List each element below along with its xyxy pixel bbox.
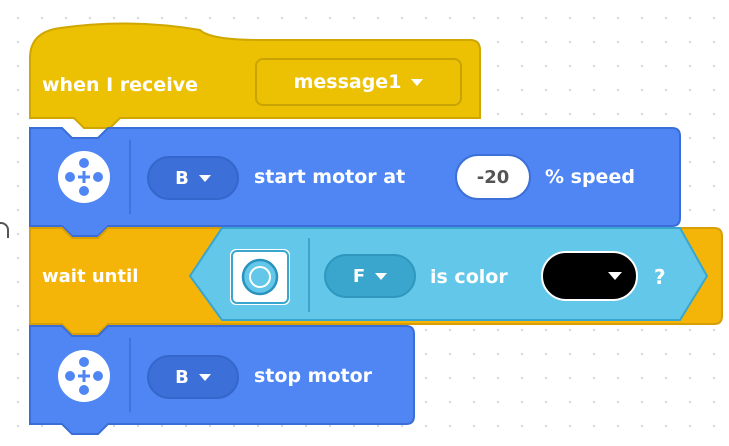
is-color-label: is color — [430, 266, 508, 288]
when-i-receive-label: when I receive — [42, 74, 198, 96]
speed-unit-label: % speed — [545, 166, 635, 188]
sensor-port-dropdown[interactable]: F — [324, 254, 416, 298]
chevron-down-icon — [411, 78, 424, 86]
speed-value: -20 — [476, 166, 510, 188]
stop-motor-label: stop motor — [254, 365, 373, 387]
stop-motor-port-value: B — [175, 366, 189, 388]
start-motor-label: start motor at — [254, 166, 406, 188]
chevron-down-icon — [608, 272, 622, 280]
chevron-down-icon — [198, 373, 211, 381]
message-dropdown-value: message1 — [293, 71, 402, 93]
motor-port-dropdown[interactable]: B — [147, 156, 239, 200]
chevron-down-icon — [375, 272, 388, 280]
message-dropdown[interactable]: message1 — [255, 58, 462, 106]
motor-port-value: B — [175, 167, 189, 189]
stop-motor-port-dropdown[interactable]: B — [147, 355, 239, 399]
motor-icon — [58, 350, 110, 402]
chevron-down-icon — [198, 174, 211, 182]
sensor-port-value: F — [352, 265, 366, 287]
speed-input[interactable]: -20 — [455, 154, 531, 200]
color-dropdown[interactable] — [541, 251, 638, 301]
color-sensor-icon[interactable] — [230, 249, 290, 305]
wait-until-label: wait until — [42, 266, 139, 287]
motor-icon — [58, 151, 110, 203]
question-mark-label: ? — [654, 265, 666, 289]
